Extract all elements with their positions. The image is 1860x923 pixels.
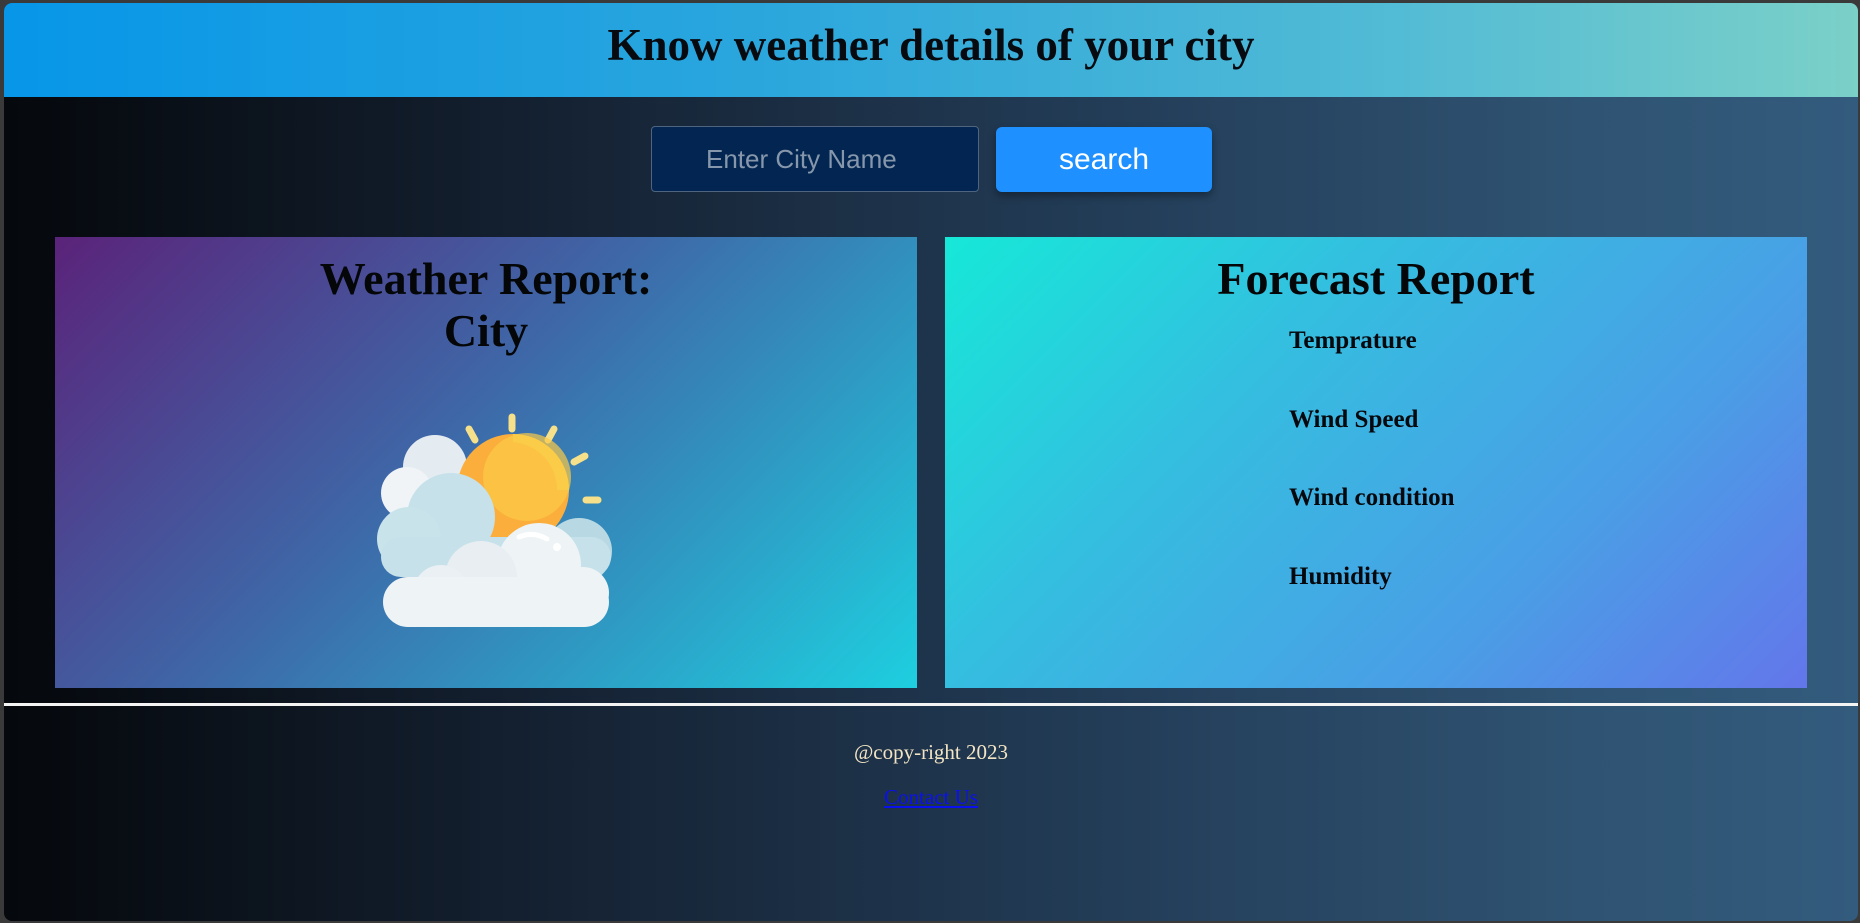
forecast-report-card: Forecast Report Temprature Wind Speed Wi…	[945, 237, 1807, 688]
weather-report-city: City	[443, 305, 529, 356]
search-button[interactable]: search	[996, 127, 1212, 192]
copyright-text: @copy-right 2023	[853, 740, 1009, 764]
forecast-report-title: Forecast Report	[1217, 253, 1535, 304]
city-search-input[interactable]	[651, 126, 979, 192]
page-title: Know weather details of your city	[607, 20, 1255, 70]
header-bar: Know weather details of your city	[4, 3, 1858, 97]
contact-us-link[interactable]: Contact Us	[884, 785, 978, 809]
weather-report-heading: Weather Report:	[319, 253, 653, 304]
forecast-item-wind-speed: Wind Speed	[1289, 406, 1419, 433]
forecast-item-temperature: Temprature	[1289, 327, 1417, 354]
weather-report-title: Weather Report: City	[55, 253, 917, 357]
forecast-item-humidity: Humidity	[1289, 563, 1392, 590]
footer-divider	[4, 703, 1858, 706]
weather-report-card: Weather Report: City	[55, 237, 917, 688]
page: Know weather details of your city search…	[4, 3, 1858, 921]
contact-section: Contact Us	[4, 785, 1858, 810]
partly-cloudy-icon	[377, 413, 612, 627]
forecast-item-wind-condition: Wind condition	[1289, 484, 1455, 511]
